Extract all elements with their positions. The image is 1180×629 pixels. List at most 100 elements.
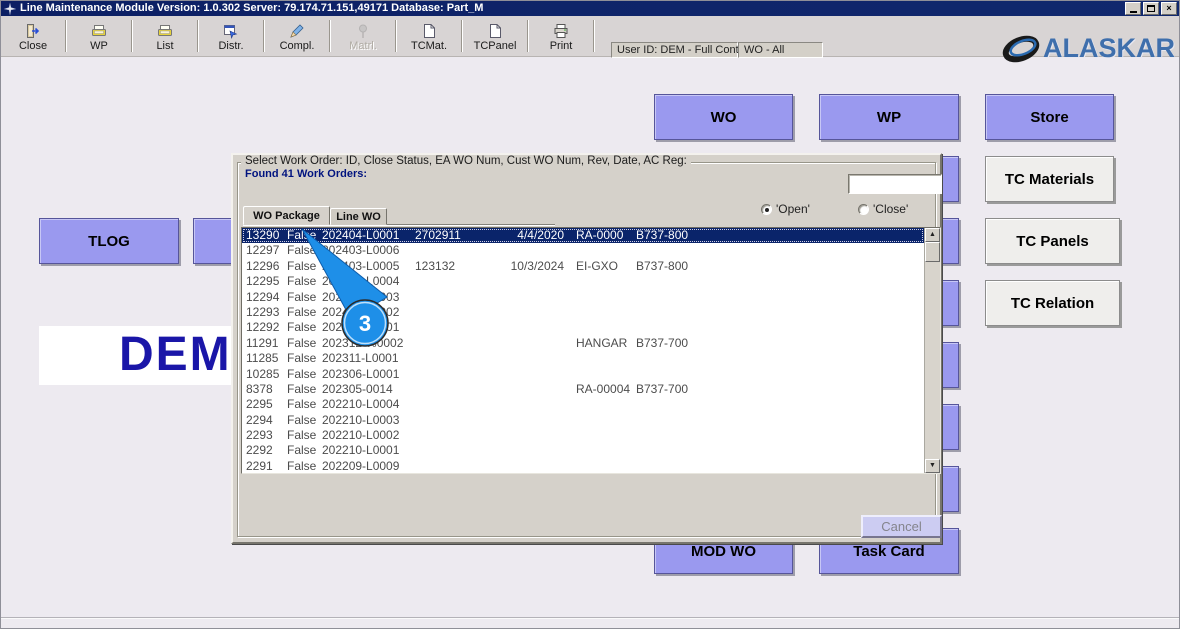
wo-cell-ea_wo_num: 202312-%0002 [322, 335, 404, 350]
toolbar-button-close[interactable]: Close [1, 16, 65, 56]
wo-cell-id: 2291 [246, 458, 273, 473]
wo-cell-id: 12294 [246, 289, 280, 304]
radio-close-label: 'Close' [873, 202, 909, 216]
tlog-button[interactable]: TLOG [39, 218, 179, 264]
wo-row[interactable]: 11291 False 202312-%0002 HANGAR B737-700 [242, 336, 924, 351]
toolbar-button-label: Compl. [279, 39, 315, 52]
wo-row[interactable]: 2294 False 202210-L0003 [242, 413, 924, 428]
wo-row[interactable]: 12297 False 202403-L0006 [242, 243, 924, 258]
minimize-button[interactable] [1125, 2, 1141, 15]
store-button[interactable]: Store [985, 94, 1114, 140]
wo-cell-ea_wo_num: 202311-L0001 [322, 351, 399, 366]
wo-cell-ea_wo_num: 202210-L0001 [322, 443, 400, 458]
wo-cell-id: 13290 [246, 228, 280, 242]
wo-cell-close_status: False [287, 335, 317, 350]
wo-cell-ac_reg: RA-00004 [576, 381, 631, 396]
wo-row[interactable]: 12292 False 202403-L0001 [242, 320, 924, 335]
toolbar-button-list[interactable]: List [133, 16, 197, 56]
wo-row[interactable]: 12293 False 202403-L0002 [242, 305, 924, 320]
wo-row[interactable]: 13290 False 202404-L0001 2702911 4/4/2020 RA-… [242, 228, 924, 244]
wo-cell-close_status: False [287, 351, 317, 366]
tab-line-wo[interactable]: Line WO [330, 208, 387, 225]
wo-cell-ac_reg: RA-0000 [576, 228, 624, 242]
document-icon [487, 23, 503, 39]
wo-cell-id: 10285 [246, 366, 280, 381]
exit-door-icon [25, 23, 41, 39]
complete-pen-icon [289, 23, 305, 39]
wo-button[interactable]: WO [654, 94, 793, 140]
wp-button[interactable]: WP [819, 94, 959, 140]
wo-row[interactable]: 12296 False 202403-L0005 123132 10/3/2024 EI-… [242, 259, 924, 274]
wo-row[interactable]: 2295 False 202210-L0004 [242, 397, 924, 412]
toolbar-button-wp[interactable]: WP [67, 16, 131, 56]
distribute-window-icon [223, 23, 239, 39]
tc-materials-button[interactable]: TC Materials [985, 156, 1114, 202]
wo-cell-id: 8378 [246, 381, 273, 396]
wo-cell-ac_reg: HANGAR [576, 335, 628, 350]
wo-row[interactable]: 11285 False 202311-L0001 [242, 351, 924, 366]
wo-cell-ea_wo_num: 202210-L0004 [322, 397, 400, 412]
wo-cell-id: 12295 [246, 274, 280, 289]
wo-cell-ea_wo_num: 202209-L0009 [322, 458, 400, 473]
wo-cell-id: 12296 [246, 258, 280, 273]
close-window-button[interactable]: × [1161, 2, 1177, 15]
wo-cell-close_status: False [287, 428, 317, 443]
wo-row[interactable]: 12295 False 202403-L0004 [242, 274, 924, 289]
toolbar-button-print[interactable]: Print [529, 16, 593, 56]
wo-cell-cust_wo_num: 123132 [415, 258, 456, 273]
toolbar-button-tcmat[interactable]: TCMat. [397, 16, 461, 56]
radio-open[interactable]: 'Open' [761, 202, 810, 216]
wo-cell-id: 2293 [246, 428, 273, 443]
app-window: Line Maintenance Module Version: 1.0.302… [0, 0, 1180, 629]
wo-cell-ac_type: B737-700 [636, 335, 689, 350]
wo-cell-date: 10/3/2024 [510, 258, 564, 273]
wo-cell-ea_wo_num: 202403-L0003 [322, 289, 400, 304]
toolbar-button-compl[interactable]: Compl. [265, 16, 329, 56]
scroll-down-button[interactable]: ▼ [925, 459, 940, 473]
wo-cell-ea_wo_num: 202403-L0001 [322, 320, 400, 335]
wo-cell-id: 12293 [246, 304, 280, 319]
toolbar-button-label: List [156, 39, 174, 52]
wo-cell-ea_wo_num: 202210-L0002 [322, 428, 400, 443]
toolbar-button-tcpanel[interactable]: TCPanel [463, 16, 527, 56]
toolbar-separator [593, 20, 595, 52]
wo-cell-id: 2292 [246, 443, 273, 458]
tc-panels-button[interactable]: TC Panels [985, 218, 1120, 264]
printer-icon [553, 23, 569, 39]
wo-cell-close_status: False [287, 458, 317, 473]
wo-row[interactable]: 2293 False 202210-L0002 [242, 428, 924, 443]
wp-device-icon [91, 23, 107, 39]
search-input[interactable] [848, 174, 942, 194]
tab-wo-package[interactable]: WO Package [243, 206, 330, 225]
scroll-up-button[interactable]: ▲ [925, 228, 940, 242]
tc-relation-button[interactable]: TC Relation [985, 280, 1120, 326]
vertical-scrollbar[interactable]: ▲ ▼ [924, 228, 940, 473]
toolbar-button-label: TCMat. [410, 39, 448, 52]
radio-close[interactable]: 'Close' [858, 202, 908, 216]
wo-row[interactable]: 2291 False 202209-L0009 [242, 458, 924, 473]
wo-row[interactable]: 10285 False 202306-L0001 [242, 367, 924, 382]
wo-cell-ea_wo_num: 202403-L0004 [322, 274, 400, 289]
toolbar-button-label: Distr. [218, 39, 244, 52]
toolbar-button-distr[interactable]: Distr. [199, 16, 263, 56]
wo-cell-cust_wo_num: 2702911 [415, 228, 461, 242]
wo-cell-id: 2294 [246, 412, 273, 427]
wo-row[interactable]: 2292 False 202210-L0001 [242, 443, 924, 458]
found-count-label: Found 41 Work Orders: [245, 168, 368, 180]
toolbar-button-label: Print [549, 39, 573, 52]
wo-row[interactable]: 12294 False 202403-L0003 [242, 290, 924, 305]
restore-button[interactable] [1143, 2, 1159, 15]
wo-cell-id: 11285 [246, 351, 279, 366]
wo-cell-close_status: False [287, 289, 317, 304]
wo-row[interactable]: 8378 False 202305-0014 RA-00004 B737-700 [242, 382, 924, 397]
wo-cell-close_status: False [287, 304, 317, 319]
toolbar-button-matrl: Matrl. [331, 16, 395, 56]
scroll-thumb[interactable] [925, 242, 940, 262]
toolbar-button-label: Close [18, 39, 48, 52]
document-icon [421, 23, 437, 39]
cancel-button[interactable]: Cancel [861, 515, 942, 538]
wo-cell-ea_wo_num: 202305-0014 [322, 381, 393, 396]
work-order-rows: 13290 False 202404-L0001 2702911 4/4/2020 RA-… [242, 228, 924, 473]
user-id-panel: User ID: DEM - Full Control [611, 42, 751, 58]
radio-close-dot [858, 203, 869, 215]
